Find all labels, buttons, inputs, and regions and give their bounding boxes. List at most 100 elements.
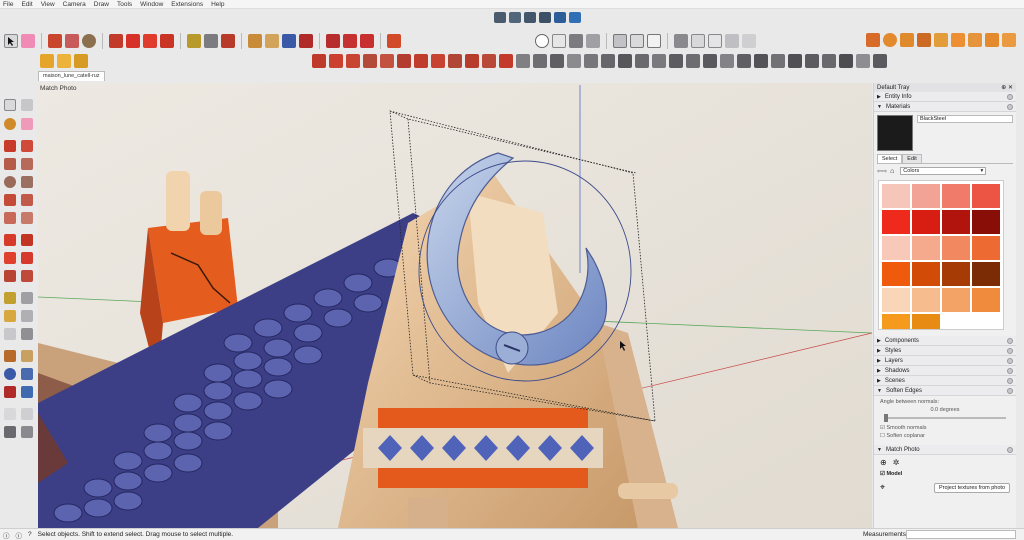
ext-tool-24-icon[interactable]	[703, 54, 717, 68]
ext-tool-30-icon[interactable]	[805, 54, 819, 68]
circle-icon[interactable]	[4, 176, 16, 188]
paint-bucket-icon[interactable]	[221, 34, 235, 48]
sandbox-scratch-icon[interactable]	[883, 33, 897, 47]
ext-tool-27-icon[interactable]	[754, 54, 768, 68]
styles-header[interactable]: ▶ Styles	[874, 346, 1016, 356]
ext-tool-17-icon[interactable]	[584, 54, 598, 68]
shapes-icon[interactable]	[82, 34, 96, 48]
color-swatch[interactable]	[912, 288, 940, 312]
menu-help[interactable]: Help	[211, 1, 224, 8]
rotated-rectangle-icon[interactable]	[21, 158, 33, 170]
color-swatch[interactable]	[972, 184, 1000, 208]
ext-tool-15-icon[interactable]	[550, 54, 564, 68]
select-icon[interactable]	[4, 99, 16, 111]
smoove-icon[interactable]	[900, 33, 914, 47]
help-icon[interactable]: ?	[28, 531, 32, 538]
color-swatch[interactable]	[912, 314, 940, 329]
scene-tab[interactable]: Match Photo	[40, 85, 77, 92]
share-model-icon[interactable]	[343, 34, 357, 48]
pencil-icon[interactable]	[48, 34, 62, 48]
ext-tool-3-icon[interactable]	[346, 54, 360, 68]
soften-edges-header[interactable]: ▼ Soften Edges	[874, 386, 1016, 396]
text-tool-icon[interactable]	[21, 310, 33, 322]
layers-header[interactable]: ▶ Layers	[874, 356, 1016, 366]
arc-tool-icon[interactable]	[4, 194, 16, 206]
color-swatch[interactable]	[942, 184, 970, 208]
color-swatch[interactable]	[942, 210, 970, 234]
zoom-window-icon[interactable]	[21, 368, 33, 380]
ext-tool-13-icon[interactable]	[516, 54, 530, 68]
shadows-header[interactable]: ▶ Shadows	[874, 366, 1016, 376]
line-icon[interactable]	[4, 140, 16, 152]
model-option[interactable]: ☑ Model	[874, 470, 1016, 478]
three-point-arc-icon[interactable]	[4, 212, 16, 224]
home-icon[interactable]: ⌂	[890, 168, 894, 175]
push-pull-icon[interactable]	[109, 34, 123, 48]
ext-tool-2-icon[interactable]	[329, 54, 343, 68]
project-textures-button[interactable]: Project textures from photo	[933, 482, 1010, 493]
ext-tool-23-icon[interactable]	[686, 54, 700, 68]
color-swatch[interactable]	[882, 262, 910, 286]
menu-draw[interactable]: Draw	[94, 1, 109, 8]
style-hidden-icon[interactable]	[569, 34, 583, 48]
material-name-field[interactable]: BlackSteel	[917, 115, 1013, 123]
measurements-field[interactable]	[906, 530, 1016, 539]
eraser-icon[interactable]	[21, 34, 35, 48]
tab-document[interactable]: maison_lune_catell-ruz	[38, 71, 105, 81]
teapot-icon[interactable]	[552, 34, 566, 48]
freehand-icon[interactable]	[21, 140, 33, 152]
crosshair-icon[interactable]: ⌖	[880, 482, 885, 493]
sandbox-extra-icon[interactable]	[985, 33, 999, 47]
materials-header[interactable]: ▼ Materials	[874, 102, 1016, 112]
ext-tool-9-icon[interactable]	[448, 54, 462, 68]
menu-tools[interactable]: Tools	[117, 1, 132, 8]
scale-tool-icon[interactable]	[4, 270, 16, 282]
color-swatch[interactable]	[912, 210, 940, 234]
sandbox-contours-icon[interactable]	[866, 33, 880, 47]
tape-tool-icon[interactable]	[4, 292, 16, 304]
ruby-console-icon[interactable]	[387, 34, 401, 48]
ext-tool-1-icon[interactable]	[312, 54, 326, 68]
ext-tool-5-icon[interactable]	[380, 54, 394, 68]
menu-extensions[interactable]: Extensions	[171, 1, 203, 8]
geolocation-icon[interactable]: ⓘ	[3, 530, 10, 540]
color-swatch[interactable]	[912, 184, 940, 208]
stamp-icon[interactable]	[917, 33, 931, 47]
material-swatch[interactable]	[877, 115, 913, 151]
drape-icon[interactable]	[934, 33, 948, 47]
make-component-icon[interactable]	[21, 99, 33, 111]
follow-me-icon[interactable]	[21, 252, 33, 264]
check-icon[interactable]	[535, 34, 549, 48]
ext-tool-34-icon[interactable]	[873, 54, 887, 68]
ext-tool-29-icon[interactable]	[788, 54, 802, 68]
menu-window[interactable]: Window	[140, 1, 163, 8]
front-view-icon[interactable]	[524, 12, 536, 23]
walk-icon[interactable]	[4, 426, 16, 438]
move-tool-icon[interactable]	[4, 234, 16, 246]
color-swatch[interactable]	[882, 184, 910, 208]
credits-icon[interactable]: ⓘ	[16, 530, 23, 540]
orbit-tool-icon[interactable]	[4, 350, 16, 362]
model-viewport[interactable]: Match Photo	[38, 83, 872, 528]
color-swatch[interactable]	[942, 262, 970, 286]
back-view-icon[interactable]	[554, 12, 566, 23]
gear-icon[interactable]: ✲	[893, 458, 900, 467]
ext-tool-33-icon[interactable]	[856, 54, 870, 68]
polygon-icon[interactable]	[21, 176, 33, 188]
top-view-icon[interactable]	[509, 12, 521, 23]
panel-close-icon[interactable]	[1007, 103, 1013, 110]
ext-tool-4-icon[interactable]	[363, 54, 377, 68]
color-swatch[interactable]	[882, 314, 910, 329]
section-plane-icon[interactable]	[674, 34, 688, 48]
monochrome-icon[interactable]	[630, 34, 644, 48]
select-arrow-icon[interactable]	[4, 34, 18, 48]
ext-tool-11-icon[interactable]	[482, 54, 496, 68]
zoom-icon[interactable]	[282, 34, 296, 48]
3d-text-icon[interactable]	[21, 328, 33, 340]
color-swatch[interactable]	[972, 288, 1000, 312]
protractor-icon[interactable]	[4, 310, 16, 322]
ext-tool-32-icon[interactable]	[839, 54, 853, 68]
iso-view-icon[interactable]	[494, 12, 506, 23]
color-swatch[interactable]	[972, 262, 1000, 286]
ext-tool-21-icon[interactable]	[652, 54, 666, 68]
